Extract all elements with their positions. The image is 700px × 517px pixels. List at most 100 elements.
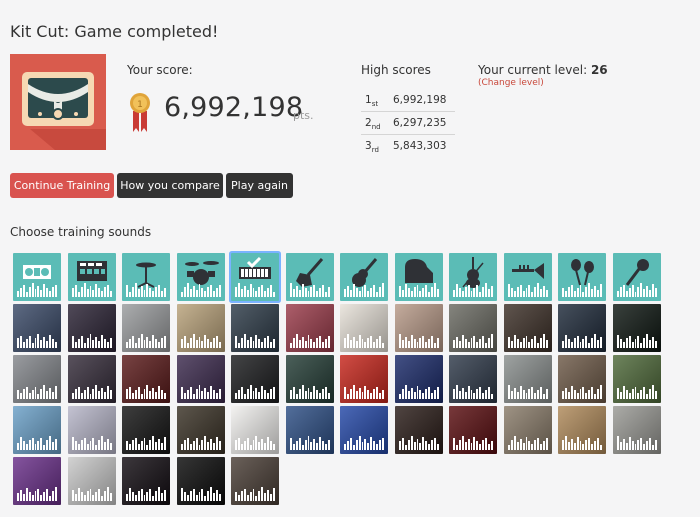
sound-tile-artist[interactable] <box>395 355 443 403</box>
waveform-icon <box>290 385 330 399</box>
sound-tile-artist[interactable] <box>68 406 116 454</box>
waveform-icon <box>562 283 602 297</box>
waveform-icon <box>399 436 439 450</box>
waveform-icon <box>17 334 57 348</box>
sound-tile-artist[interactable] <box>13 406 61 454</box>
waveform-icon <box>344 436 384 450</box>
waveform-icon <box>508 385 548 399</box>
sound-tile-artist[interactable] <box>286 304 334 352</box>
sound-tile-artist[interactable] <box>13 457 61 505</box>
sound-tile-trumpet[interactable] <box>504 253 552 301</box>
high-score-row: 1st 6,992,198 <box>361 89 455 112</box>
sound-tile-artist[interactable] <box>231 304 279 352</box>
current-level-label: Your current level: <box>478 63 588 77</box>
waveform-icon <box>399 283 439 297</box>
change-level-link[interactable]: (Change level) <box>478 78 544 88</box>
sound-tile-artist[interactable] <box>613 406 661 454</box>
sound-tile-artist[interactable] <box>613 304 661 352</box>
sound-tile-electric-guitar[interactable] <box>286 253 334 301</box>
waveform-icon <box>17 283 57 297</box>
sound-tile-artist[interactable] <box>177 355 225 403</box>
waveform-icon <box>399 334 439 348</box>
sound-tile-artist[interactable] <box>558 406 606 454</box>
sound-tile-violin[interactable] <box>449 253 497 301</box>
sound-tile-artist[interactable] <box>395 304 443 352</box>
sound-tile-artist[interactable] <box>504 406 552 454</box>
waveform-icon <box>235 334 275 348</box>
waveform-icon <box>235 283 275 297</box>
waveform-icon <box>181 385 221 399</box>
choose-sounds-title: Choose training sounds <box>10 225 152 239</box>
high-score-value: 6,992,198 <box>393 94 447 106</box>
waveform-icon <box>562 436 602 450</box>
sound-tile-artist[interactable] <box>122 304 170 352</box>
high-scores-title: High scores <box>361 63 431 77</box>
play-again-button[interactable]: Play again <box>226 173 293 198</box>
sound-tile-artist[interactable] <box>340 355 388 403</box>
waveform-icon <box>72 283 112 297</box>
waveform-icon <box>126 487 166 501</box>
sound-tile-hihat[interactable] <box>122 253 170 301</box>
high-score-row: 2nd 6,297,235 <box>361 112 455 135</box>
sound-tile-artist[interactable] <box>449 355 497 403</box>
sound-tile-drum-machine[interactable] <box>68 253 116 301</box>
sound-tile-piano[interactable] <box>395 253 443 301</box>
sound-tile-artist[interactable] <box>68 304 116 352</box>
sound-tile-artist[interactable] <box>340 304 388 352</box>
waveform-icon <box>72 334 112 348</box>
high-score-value: 5,843,303 <box>393 140 447 152</box>
sound-tile-artist[interactable] <box>122 406 170 454</box>
high-scores-table: 1st 6,992,198 2nd 6,297,235 3rd 5,843,30… <box>361 89 455 157</box>
sound-tile-artist[interactable] <box>286 355 334 403</box>
sound-tile-artist[interactable] <box>231 457 279 505</box>
sound-tile-artist[interactable] <box>122 355 170 403</box>
waveform-icon <box>290 283 330 297</box>
sound-tile-keyboard[interactable] <box>231 253 279 301</box>
waveform-icon <box>617 283 657 297</box>
sound-tile-artist[interactable] <box>177 304 225 352</box>
waveform-icon <box>453 283 493 297</box>
sound-tile-artist[interactable] <box>395 406 443 454</box>
current-level-value: 26 <box>590 63 608 77</box>
waveform-icon <box>617 385 657 399</box>
sound-tile-artist[interactable] <box>449 304 497 352</box>
score-value: 6,992,198 <box>164 92 304 123</box>
sound-tile-drum-kit[interactable] <box>177 253 225 301</box>
sound-tile-speakers[interactable] <box>13 253 61 301</box>
waveform-icon <box>508 436 548 450</box>
how-you-compare-button[interactable]: How you compare <box>117 173 223 198</box>
sound-tile-artist[interactable] <box>504 304 552 352</box>
waveform-icon <box>344 283 384 297</box>
waveform-icon <box>17 436 57 450</box>
sound-tile-microphone[interactable] <box>613 253 661 301</box>
sound-tile-artist[interactable] <box>177 406 225 454</box>
sound-tile-artist[interactable] <box>558 355 606 403</box>
waveform-icon <box>562 334 602 348</box>
sound-tile-artist[interactable] <box>558 304 606 352</box>
sound-tile-acoustic-guitar[interactable] <box>340 253 388 301</box>
waveform-icon <box>508 283 548 297</box>
continue-training-button[interactable]: Continue Training <box>10 173 114 198</box>
waveform-icon <box>344 385 384 399</box>
sound-tile-maracas[interactable] <box>558 253 606 301</box>
sound-tile-artist[interactable] <box>68 457 116 505</box>
amplifier-icon <box>22 72 106 150</box>
sound-tile-artist[interactable] <box>449 406 497 454</box>
sound-tile-artist[interactable] <box>177 457 225 505</box>
sound-tile-artist[interactable] <box>286 406 334 454</box>
waveform-icon <box>181 334 221 348</box>
waveform-icon <box>617 334 657 348</box>
sound-tile-artist[interactable] <box>231 406 279 454</box>
sound-tile-artist[interactable] <box>504 355 552 403</box>
sound-tile-artist[interactable] <box>68 355 116 403</box>
waveform-icon <box>126 334 166 348</box>
waveform-icon <box>453 436 493 450</box>
waveform-icon <box>181 487 221 501</box>
sound-tile-artist[interactable] <box>122 457 170 505</box>
waveform-icon <box>126 385 166 399</box>
sound-tile-artist[interactable] <box>340 406 388 454</box>
sound-tile-artist[interactable] <box>231 355 279 403</box>
sound-tile-artist[interactable] <box>613 355 661 403</box>
sound-tile-artist[interactable] <box>13 355 61 403</box>
sound-tile-artist[interactable] <box>13 304 61 352</box>
